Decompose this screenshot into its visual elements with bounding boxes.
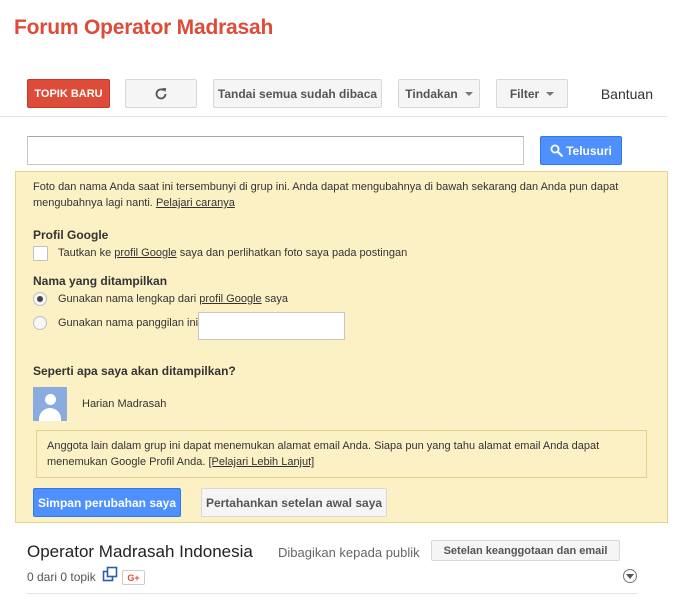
bottom-divider xyxy=(27,593,637,594)
link-profile-label: Tautkan ke profil Google saya dan perlih… xyxy=(58,247,407,259)
link-profile-checkbox[interactable] xyxy=(33,246,48,261)
search-button-label: Telusuri xyxy=(566,143,612,158)
search-input[interactable] xyxy=(27,136,524,165)
link-profile-prefix: Tautkan ke xyxy=(58,247,115,259)
toolbar: TOPIK BARU Tandai semua sudah dibaca Tin… xyxy=(27,79,667,109)
refresh-button[interactable] xyxy=(125,79,197,108)
save-changes-button[interactable]: Simpan perubahan saya xyxy=(33,488,181,517)
group-name: Operator Madrasah Indonesia xyxy=(27,542,253,561)
link-profile-suffix: saya dan perlihatkan foto saya pada post… xyxy=(176,247,408,259)
learn-more-link[interactable]: [Pelajari Lebih Lanjut] xyxy=(208,456,314,468)
display-name-section-title: Nama yang ditampilkan xyxy=(33,274,168,288)
new-topic-button[interactable]: TOPIK BARU xyxy=(27,79,110,108)
google-plus-share-button[interactable]: G+ xyxy=(122,570,145,585)
toolbar-divider xyxy=(0,116,668,117)
help-link[interactable]: Bantuan xyxy=(601,86,653,102)
page-title: Forum Operator Madrasah xyxy=(14,16,274,39)
avatar xyxy=(33,387,67,421)
filter-label: Filter xyxy=(509,86,540,101)
use-full-suffix: saya xyxy=(261,293,288,305)
notice-text: Foto dan nama Anda saat ini tersembunyi … xyxy=(33,179,633,211)
email-info-text: Anggota lain dalam grup ini dapat menemu… xyxy=(47,440,600,468)
use-full-name-radio[interactable] xyxy=(33,292,47,306)
use-full-prefix: Gunakan nama lengkap dari xyxy=(58,293,200,305)
actions-label: Tindakan xyxy=(405,86,458,101)
email-info-box: Anggota lain dalam grup ini dapat menemu… xyxy=(36,430,647,478)
search-icon xyxy=(550,144,563,157)
preview-display-name: Harian Madrasah xyxy=(82,398,167,410)
mark-all-read-button[interactable]: Tandai semua sudah dibaca xyxy=(213,79,382,108)
expand-circle-icon[interactable] xyxy=(623,569,637,583)
chevron-down-icon xyxy=(546,91,555,96)
use-full-name-label: Gunakan nama lengkap dari profil Google … xyxy=(58,293,288,305)
refresh-icon xyxy=(155,87,167,99)
chevron-down-icon xyxy=(464,91,473,96)
filter-dropdown[interactable]: Filter xyxy=(496,79,568,108)
group-share-status: Dibagikan kepada publik xyxy=(278,545,420,560)
use-nickname-radio[interactable] xyxy=(33,316,47,330)
nickname-input[interactable] xyxy=(198,312,345,340)
membership-settings-button[interactable]: Setelan keanggotaan dan email xyxy=(431,540,620,561)
profile-google-link[interactable]: profil Google xyxy=(114,247,176,259)
search-button[interactable]: Telusuri xyxy=(540,136,622,165)
preview-section-title: Seperti apa saya akan ditampilkan? xyxy=(33,364,236,378)
avatar-body xyxy=(39,408,61,421)
avatar-head xyxy=(45,394,56,405)
profile-google-link[interactable]: profil Google xyxy=(199,293,261,305)
use-nickname-label: Gunakan nama panggilan ini: xyxy=(58,317,202,329)
open-in-new-window-icon[interactable] xyxy=(102,566,118,582)
actions-dropdown[interactable]: Tindakan xyxy=(398,79,480,108)
profile-section-title: Profil Google xyxy=(33,228,109,242)
learn-how-link[interactable]: Pelajari caranya xyxy=(156,197,235,209)
keep-defaults-button[interactable]: Pertahankan setelan awal saya xyxy=(201,488,387,517)
profile-notice: Foto dan nama Anda saat ini tersembunyi … xyxy=(15,171,668,523)
topic-count: 0 dari 0 topik xyxy=(27,570,96,584)
notice-message: Foto dan nama Anda saat ini tersembunyi … xyxy=(33,181,619,209)
